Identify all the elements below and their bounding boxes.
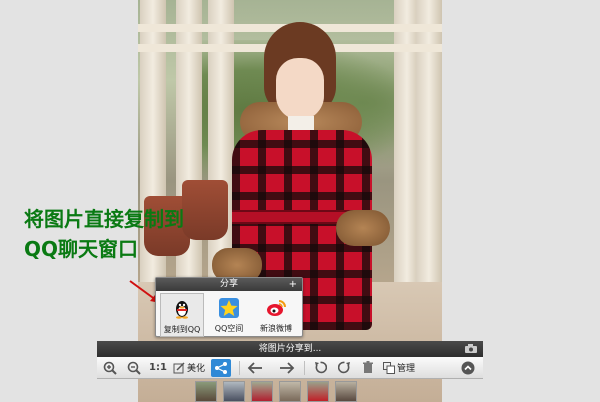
- share-item-label: QQ空间: [214, 324, 244, 333]
- thumbnail[interactable]: [195, 381, 217, 402]
- rotate-left-icon: [314, 361, 327, 374]
- share-status-bar: 将图片分享到...: [97, 341, 483, 357]
- zoom-in-button[interactable]: [101, 359, 119, 377]
- photo-pot: [182, 180, 228, 240]
- thumbnail[interactable]: [251, 381, 273, 402]
- previous-image-button[interactable]: [246, 359, 264, 377]
- manage-button[interactable]: 管理: [383, 359, 415, 377]
- share-item-label: 新浪微博: [260, 324, 292, 333]
- next-image-button[interactable]: [278, 359, 296, 377]
- zoom-out-button[interactable]: [125, 359, 143, 377]
- beautify-button[interactable]: 美化: [173, 359, 205, 377]
- share-weibo-button[interactable]: 新浪微博: [254, 293, 298, 337]
- chevron-up-icon: [461, 361, 475, 374]
- model-face: [276, 58, 324, 120]
- actual-size-button[interactable]: 1:1: [149, 359, 167, 377]
- share-copy-to-qq-button[interactable]: 复制到QQ: [160, 293, 204, 337]
- instruction-line-1: 将图片直接复制到: [24, 207, 184, 231]
- thumbnail[interactable]: [223, 381, 245, 402]
- viewer-toolbar: 1:1 美化 管理: [97, 357, 483, 379]
- share-popup-header: 分享 +: [156, 278, 302, 291]
- share-item-label: 复制到QQ: [163, 325, 201, 334]
- trash-icon: [363, 361, 374, 373]
- thumbnail-strip: [195, 381, 363, 402]
- instruction-text: 将图片直接复制到 QQ聊天窗口: [24, 204, 184, 264]
- instruction-line-2: QQ聊天窗口: [24, 237, 139, 261]
- camera-icon[interactable]: [465, 344, 477, 353]
- weibo-icon: [265, 297, 287, 319]
- qzone-star-icon: [218, 297, 240, 319]
- arrow-left-icon: [247, 361, 263, 374]
- status-text: 将图片分享到...: [258, 344, 322, 354]
- manage-icon: [383, 361, 396, 374]
- toolbar-divider: [304, 360, 306, 375]
- manage-label: 管理: [397, 364, 416, 374]
- thumbnail[interactable]: [279, 381, 301, 402]
- share-popup-title: 分享: [219, 279, 238, 289]
- model-fur-cuff: [336, 210, 390, 246]
- delete-button[interactable]: [359, 359, 377, 377]
- zoom-in-icon: [103, 361, 117, 375]
- share-popup-add-button[interactable]: +: [289, 278, 297, 291]
- collapse-button[interactable]: [459, 359, 477, 377]
- share-popup: 分享 + 复制到QQ QQ空间 新浪微博: [155, 277, 303, 337]
- arrow-right-icon: [280, 361, 295, 374]
- rotate-left-button[interactable]: [311, 359, 329, 377]
- share-button[interactable]: [211, 358, 232, 377]
- edit-icon: [173, 361, 185, 373]
- qq-penguin-icon: [171, 298, 193, 320]
- beautify-label: 美化: [187, 364, 206, 374]
- share-qzone-button[interactable]: QQ空间: [207, 293, 251, 337]
- rotate-right-button[interactable]: [335, 359, 353, 377]
- zoom-out-icon: [127, 361, 141, 375]
- share-icon: [215, 361, 228, 374]
- thumbnail[interactable]: [335, 381, 357, 402]
- thumbnail[interactable]: [307, 381, 329, 402]
- toolbar-divider: [239, 360, 241, 375]
- rotate-right-icon: [337, 361, 350, 374]
